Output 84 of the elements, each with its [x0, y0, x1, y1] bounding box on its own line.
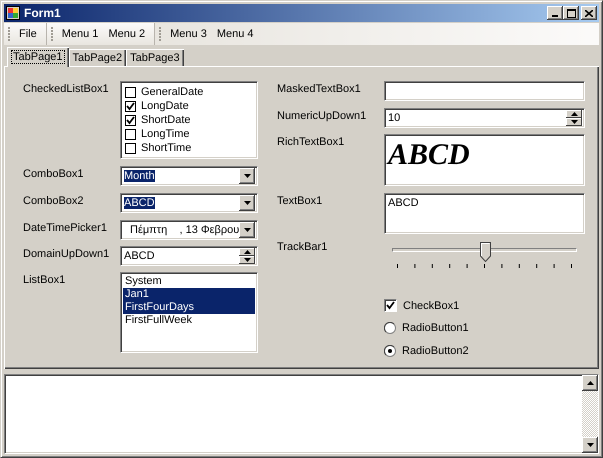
down-arrow-icon: [244, 201, 250, 205]
combo-value: ABCD: [124, 197, 155, 209]
field-label: TextBox1: [277, 194, 324, 207]
up-arrow-icon: [570, 112, 578, 116]
scroll-up-button[interactable]: [582, 375, 598, 391]
field-label: NumericUpDown1: [277, 109, 368, 122]
menu-item[interactable]: Menu 2: [103, 26, 150, 42]
dropdown-button[interactable]: [239, 168, 255, 184]
grip-icon[interactable]: [50, 27, 54, 41]
app-icon: [6, 6, 20, 20]
maximize-button[interactable]: [563, 6, 579, 20]
scrollbar[interactable]: [582, 375, 598, 453]
checkbox[interactable]: [125, 128, 136, 140]
close-icon: [585, 10, 593, 16]
down-arrow-icon: [244, 228, 251, 232]
list-item[interactable]: FirstFullWeek: [123, 314, 255, 327]
checkbox[interactable]: [125, 86, 136, 98]
spin-up-button[interactable]: [566, 110, 582, 118]
list-box[interactable]: System Jan1 FirstFourDays FirstFullWeek: [120, 272, 258, 353]
spin-down-button[interactable]: [239, 256, 255, 264]
field-label: DomainUpDown1: [23, 247, 110, 260]
radio-button[interactable]: [384, 345, 396, 357]
spin-box[interactable]: ABCD: [120, 246, 258, 266]
checked-list-box[interactable]: GeneralDate LongDate ShortDate LongTime ShortTime: [120, 81, 258, 159]
grip-icon[interactable]: [8, 27, 11, 41]
checkbox[interactable]: [125, 142, 136, 154]
radio-label: RadioButton2: [402, 345, 469, 357]
list-item[interactable]: ShortDate: [141, 114, 191, 126]
down-arrow-icon: [586, 443, 594, 447]
combo-box[interactable]: ABCD: [120, 193, 258, 213]
field-label: ListBox1: [23, 273, 66, 286]
field-label: ComboBox1: [23, 167, 85, 180]
date-picker[interactable]: Πέμπτη , 13 Φεβρου: [120, 220, 258, 240]
field-label: RichTextBox1: [277, 135, 346, 148]
down-arrow-icon: [570, 120, 578, 124]
list-item[interactable]: FirstFourDays: [123, 301, 255, 314]
combo-box[interactable]: Month: [120, 166, 258, 186]
checkbox[interactable]: [384, 299, 397, 312]
up-arrow-icon: [244, 250, 250, 254]
input-field[interactable]: [384, 81, 585, 101]
scroll-down-button[interactable]: [582, 437, 598, 453]
minimize-button[interactable]: [547, 6, 563, 20]
field-label: ComboBox2: [23, 194, 85, 207]
radio-label: RadioButton1: [402, 322, 469, 334]
grip-icon[interactable]: [159, 27, 162, 41]
list-item[interactable]: GeneralDate: [141, 86, 204, 98]
down-arrow-icon: [244, 174, 250, 178]
dropdown-button[interactable]: [239, 195, 255, 211]
tab[interactable]: TabPage2: [68, 49, 126, 66]
checkbox[interactable]: [125, 114, 136, 126]
spin-value: ABCD: [123, 250, 156, 262]
spin-box[interactable]: 10: [384, 108, 585, 128]
field-label: DateTimePicker1: [23, 221, 108, 234]
dropdown-button[interactable]: [239, 222, 255, 238]
spin-value: 10: [387, 112, 402, 124]
field-label: TrackBar1: [277, 240, 328, 253]
window-title: Form1: [24, 6, 62, 20]
field-label: CheckedListBox1: [23, 82, 110, 95]
text-box[interactable]: ABCD: [384, 193, 585, 234]
list-item[interactable]: ShortTime: [141, 142, 192, 154]
spin-up-button[interactable]: [239, 248, 255, 256]
maximize-icon: [566, 8, 576, 18]
close-button[interactable]: [581, 6, 597, 20]
list-item[interactable]: Jan1: [123, 288, 255, 301]
field-label: MaskedTextBox1: [277, 82, 362, 95]
menu-item[interactable]: Menu 4: [212, 26, 259, 42]
slider-thumb[interactable]: [480, 242, 490, 262]
list-item[interactable]: System: [123, 275, 255, 288]
combo-value: Month: [124, 170, 155, 182]
checkbox[interactable]: [125, 100, 136, 112]
rich-text-box[interactable]: ABCD: [384, 134, 585, 186]
list-item[interactable]: LongDate: [141, 100, 189, 112]
list-item[interactable]: LongTime: [141, 128, 190, 140]
up-arrow-icon: [586, 381, 594, 385]
checkbox-label: CheckBox1: [403, 300, 460, 312]
radio-button[interactable]: [384, 322, 396, 334]
menu-item[interactable]: Menu 1: [56, 26, 104, 42]
tab[interactable]: TabPage1: [7, 47, 69, 67]
tab[interactable]: TabPage3: [126, 49, 184, 66]
spin-down-button[interactable]: [566, 118, 582, 126]
date-value: Πέμπτη , 13 Φεβρου: [129, 224, 240, 236]
text-area[interactable]: [4, 374, 599, 454]
down-arrow-icon: [244, 258, 250, 262]
menu-item[interactable]: Menu 3: [165, 26, 212, 42]
